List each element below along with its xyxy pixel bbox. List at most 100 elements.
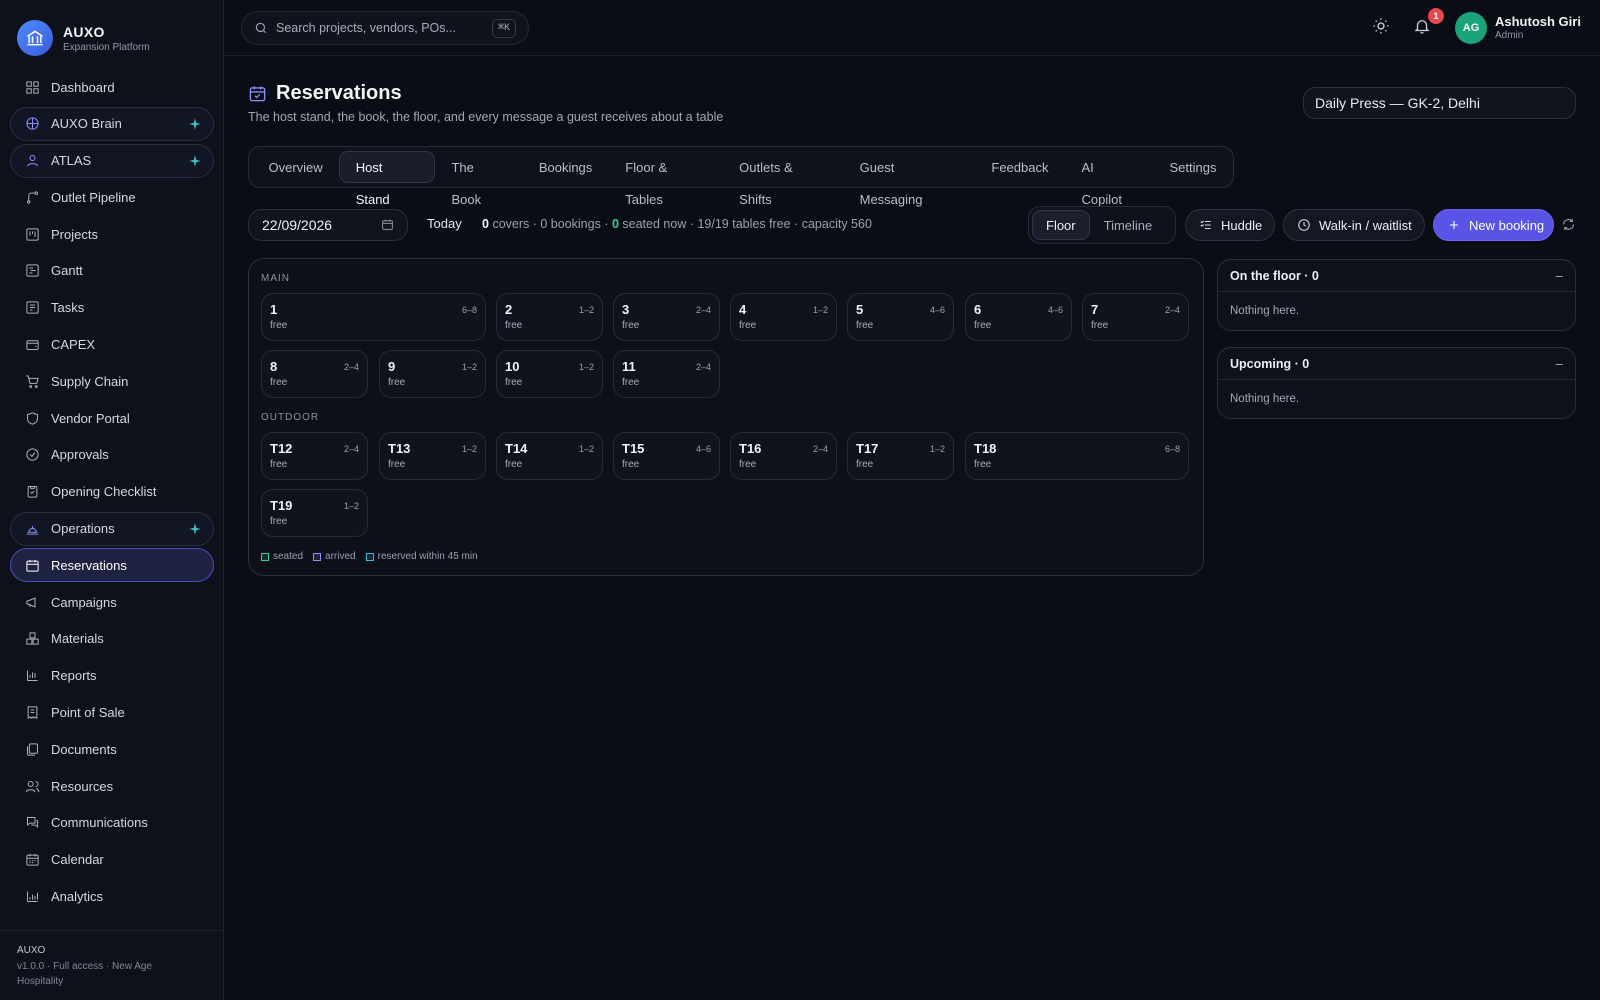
walk-in-label: Walk-in / waitlist (1319, 217, 1412, 233)
sidebar-item-auxo-brain[interactable]: AUXO Brain (10, 106, 214, 141)
date-input[interactable]: 22/09/2026 (248, 209, 408, 241)
search-icon (255, 22, 267, 34)
sidebar-item-supply-chain[interactable]: Supply Chain (10, 364, 214, 398)
check-circle-icon (24, 447, 40, 463)
tab-the-book[interactable]: The Book (435, 151, 522, 207)
table-capacity: 2–4 (695, 362, 711, 372)
tab-host-stand[interactable]: Host Stand (339, 151, 435, 207)
table-card[interactable]: 4 1–2 free (730, 293, 837, 341)
sidebar-item-gantt[interactable]: Gantt (10, 254, 214, 288)
calendar-small-icon[interactable] (381, 218, 394, 231)
sidebar-item-operations[interactable]: Operations (10, 511, 214, 546)
table-card[interactable]: T14 1–2 free (496, 432, 603, 480)
table-capacity: 4–6 (929, 305, 945, 315)
refresh-icon[interactable] (1561, 217, 1577, 233)
tab-overview[interactable]: Overview (252, 151, 339, 183)
table-number: T13 (388, 441, 411, 456)
panel-header[interactable]: Upcoming · 0 – (1218, 348, 1575, 380)
table-capacity: 2–4 (695, 305, 711, 315)
brand[interactable]: AUXO Expansion Platform (17, 20, 150, 56)
boxes-icon (24, 631, 40, 647)
table-card[interactable]: 8 2–4 free (261, 350, 368, 398)
tab-ai-copilot[interactable]: AI Copilot (1065, 151, 1153, 207)
table-card[interactable]: 5 4–6 free (847, 293, 954, 341)
sidebar-item-opening-checklist[interactable]: Opening Checklist (10, 475, 214, 509)
search-box[interactable]: ⌘K (241, 11, 529, 45)
panel-header[interactable]: On the floor · 0 – (1218, 260, 1575, 292)
collapse-icon[interactable]: – (1556, 348, 1563, 380)
sidebar-item-communications[interactable]: Communications (10, 806, 214, 840)
floor-map: MAIN 1 6–8 free 2 1–2 free 3 2–4 free 4 … (248, 258, 1204, 576)
sidebar-item-resources[interactable]: Resources (10, 769, 214, 803)
new-booking-label: New booking (1469, 217, 1545, 233)
calendar-check-icon (248, 84, 268, 104)
table-card[interactable]: 10 1–2 free (496, 350, 603, 398)
sidebar-item-point-of-sale[interactable]: Point of Sale (10, 696, 214, 730)
sidebar-item-materials[interactable]: Materials (10, 622, 214, 656)
tab-settings[interactable]: Settings (1153, 151, 1233, 183)
table-card[interactable]: T19 1–2 free (261, 489, 368, 537)
view-timeline-button[interactable]: Timeline (1090, 210, 1167, 240)
table-card[interactable]: 1 6–8 free (261, 293, 486, 341)
sidebar-item-label: CAPEX (51, 337, 96, 353)
avatar[interactable]: AG (1455, 12, 1487, 44)
brain-icon (24, 116, 40, 132)
sidebar-item-capex[interactable]: CAPEX (10, 328, 214, 362)
table-card[interactable]: T12 2–4 free (261, 432, 368, 480)
new-booking-button[interactable]: New booking (1433, 209, 1554, 241)
sidebar-item-reports[interactable]: Reports (10, 659, 214, 693)
table-card[interactable]: 9 1–2 free (379, 350, 486, 398)
sidebar-item-atlas[interactable]: ATLAS (10, 143, 214, 178)
tab-feedback[interactable]: Feedback (975, 151, 1065, 183)
list-check-icon (1200, 220, 1211, 230)
table-capacity: 4–6 (1047, 305, 1063, 315)
search-input[interactable] (276, 21, 491, 35)
tab-floor-tables[interactable]: Floor & Tables (609, 151, 723, 207)
today-button[interactable]: Today (427, 216, 462, 231)
outlet-select[interactable]: Daily Press — GK-2, Delhi (1303, 87, 1576, 119)
covers-count: 0 (482, 217, 489, 231)
table-card[interactable]: T15 4–6 free (613, 432, 720, 480)
sidebar-item-outlet-pipeline[interactable]: Outlet Pipeline (10, 180, 214, 214)
sidebar-item-projects[interactable]: Projects (10, 217, 214, 251)
theme-toggle-icon[interactable] (1372, 17, 1392, 37)
collapse-icon[interactable]: – (1556, 260, 1563, 292)
sidebar-item-tasks[interactable]: Tasks (10, 291, 214, 325)
tab-guest-messaging[interactable]: Guest Messaging (843, 151, 975, 207)
table-status: free (622, 459, 640, 470)
page-title: Reservations (276, 82, 402, 104)
table-card[interactable]: T17 1–2 free (847, 432, 954, 480)
table-status: free (270, 516, 288, 527)
table-card[interactable]: 7 2–4 free (1082, 293, 1189, 341)
table-card[interactable]: 3 2–4 free (613, 293, 720, 341)
sidebar-nav: Dashboard AUXO Brain ATLAS Outlet Pipeli… (10, 70, 214, 916)
table-status: free (270, 459, 288, 470)
table-status: free (270, 377, 288, 388)
clipboard-icon (24, 484, 40, 500)
huddle-button[interactable]: Huddle (1185, 209, 1275, 241)
sidebar-item-documents[interactable]: Documents (10, 732, 214, 766)
legend-reserved: reserved within 45 min (365, 551, 478, 562)
tab-outlets-shifts[interactable]: Outlets & Shifts (723, 151, 843, 207)
user-name[interactable]: Ashutosh Giri (1495, 14, 1581, 29)
table-card[interactable]: T13 1–2 free (379, 432, 486, 480)
sidebar-item-campaigns[interactable]: Campaigns (10, 585, 214, 619)
table-card[interactable]: T16 2–4 free (730, 432, 837, 480)
table-card[interactable]: 6 4–6 free (965, 293, 1072, 341)
sidebar-item-reservations[interactable]: Reservations (10, 548, 214, 583)
table-number: T14 (505, 441, 528, 456)
sidebar-item-dashboard[interactable]: Dashboard (10, 70, 214, 104)
walk-in-button[interactable]: Walk-in / waitlist (1283, 209, 1425, 241)
shield-icon (24, 410, 40, 426)
tab-bookings[interactable]: Bookings (522, 151, 608, 183)
table-card[interactable]: T18 6–8 free (965, 432, 1189, 480)
table-number: 8 (270, 359, 278, 374)
footer-title: AUXO (17, 945, 46, 956)
sidebar-item-approvals[interactable]: Approvals (10, 438, 214, 472)
view-floor-button[interactable]: Floor (1032, 210, 1090, 240)
sidebar-item-calendar[interactable]: Calendar (10, 843, 214, 877)
sidebar-item-analytics[interactable]: Analytics (10, 880, 214, 914)
table-card[interactable]: 2 1–2 free (496, 293, 603, 341)
table-card[interactable]: 11 2–4 free (613, 350, 720, 398)
sidebar-item-vendor-portal[interactable]: Vendor Portal (10, 401, 214, 435)
